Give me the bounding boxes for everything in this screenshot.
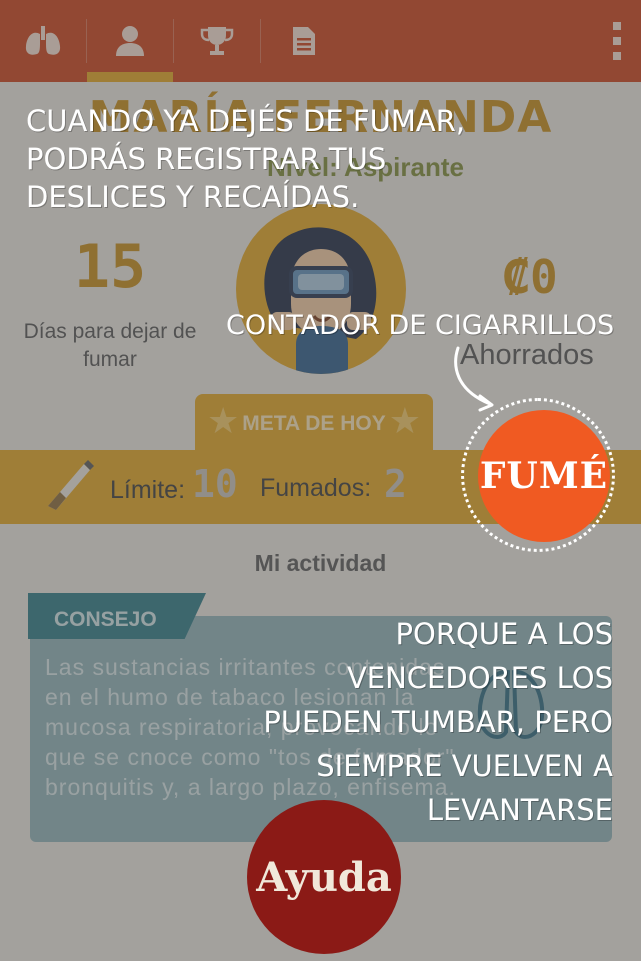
hint-relapse: CUANDO YA DEJÉS DE FUMAR, PODRÁS REGISTR… bbox=[26, 104, 466, 214]
smoked-button[interactable]: FUMÉ bbox=[478, 410, 610, 542]
help-button[interactable]: Ayuda bbox=[247, 800, 401, 954]
pointer-arrow-icon bbox=[454, 346, 494, 412]
hint-motivation: PORQUE A LOS VENCEDORES LOS PUEDEN TUMBA… bbox=[263, 617, 613, 827]
hint-cigarette-counter: CONTADOR DE CIGARRILLOS bbox=[226, 310, 615, 341]
